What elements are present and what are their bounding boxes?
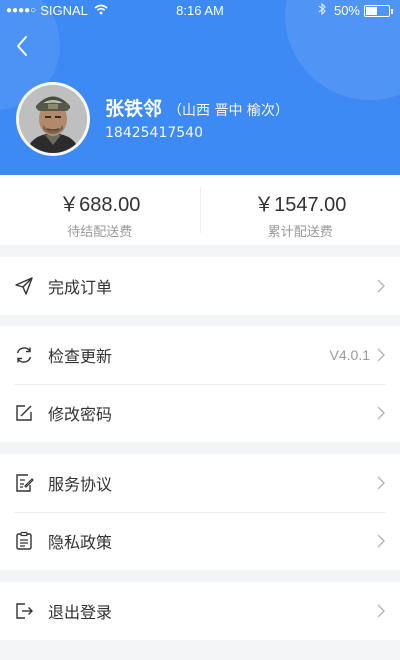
clipboard-icon: [14, 531, 34, 551]
menu-item-logout[interactable]: 退出登录: [0, 582, 400, 640]
menu-label: 检查更新: [48, 347, 113, 366]
battery-percentage: 50%: [333, 3, 360, 18]
earnings-summary: ￥688.00 待结配送费 ￥1547.00 累计配送费: [0, 175, 400, 245]
user-location: （山西 晋中 榆次）: [168, 103, 289, 119]
menu-item-privacy-policy[interactable]: 隐私政策: [0, 512, 400, 570]
total-fee-label: 累计配送费: [267, 225, 333, 240]
user-name: 张铁邻: [105, 98, 163, 120]
chevron-right-icon: [377, 534, 385, 548]
battery-icon: [364, 4, 393, 17]
chevron-right-icon: [377, 348, 385, 362]
pending-fee-label: 待结配送费: [67, 225, 133, 240]
menu-item-check-update[interactable]: 检查更新 V4.0.1: [0, 326, 400, 384]
profile-header: ●●●●○ SIGNAL 8:16 AM 50% 张铁邻 （山西 晋中 榆次） …: [0, 0, 400, 175]
user-name-row: 张铁邻 （山西 晋中 榆次）: [105, 94, 289, 121]
user-portrait-image: [19, 85, 87, 153]
chevron-right-icon: [377, 604, 385, 618]
edit-icon: [14, 403, 34, 423]
bluetooth-icon: [318, 2, 326, 18]
document-edit-icon: [14, 473, 34, 493]
menu-label: 完成订单: [48, 278, 113, 297]
menu-item-service-agreement[interactable]: 服务协议: [0, 454, 400, 512]
chevron-right-icon: [377, 406, 385, 420]
chevron-right-icon: [377, 476, 385, 490]
menu-item-change-password[interactable]: 修改密码: [0, 384, 400, 442]
paper-plane-icon: [14, 276, 34, 296]
menu-group-account: 退出登录: [0, 582, 400, 640]
chevron-left-icon: [17, 36, 27, 56]
status-bar: ●●●●○ SIGNAL 8:16 AM 50%: [0, 0, 400, 22]
back-button[interactable]: [8, 32, 36, 60]
logout-icon: [14, 601, 34, 621]
total-fee-value: ￥1547.00: [254, 194, 347, 216]
pending-fee-value: ￥688.00: [59, 194, 141, 216]
chevron-right-icon: [377, 279, 385, 293]
menu-label: 隐私政策: [48, 533, 113, 552]
pending-delivery-fee[interactable]: ￥688.00 待结配送费: [0, 175, 200, 245]
menu-label: 修改密码: [48, 405, 113, 424]
menu-group-settings: 检查更新 V4.0.1 修改密码: [0, 326, 400, 442]
refresh-icon: [14, 345, 34, 365]
menu-group-orders: 完成订单: [0, 257, 400, 315]
menu-group-legal: 服务协议 隐私政策: [0, 454, 400, 570]
app-version: V4.0.1: [329, 347, 370, 363]
menu-item-completed-orders[interactable]: 完成订单: [0, 257, 400, 315]
menu-label: 退出登录: [48, 603, 113, 622]
menu-label: 服务协议: [48, 475, 113, 494]
user-phone: 18425417540: [105, 125, 203, 141]
total-delivery-fee[interactable]: ￥1547.00 累计配送费: [201, 175, 400, 245]
avatar[interactable]: [16, 82, 90, 156]
